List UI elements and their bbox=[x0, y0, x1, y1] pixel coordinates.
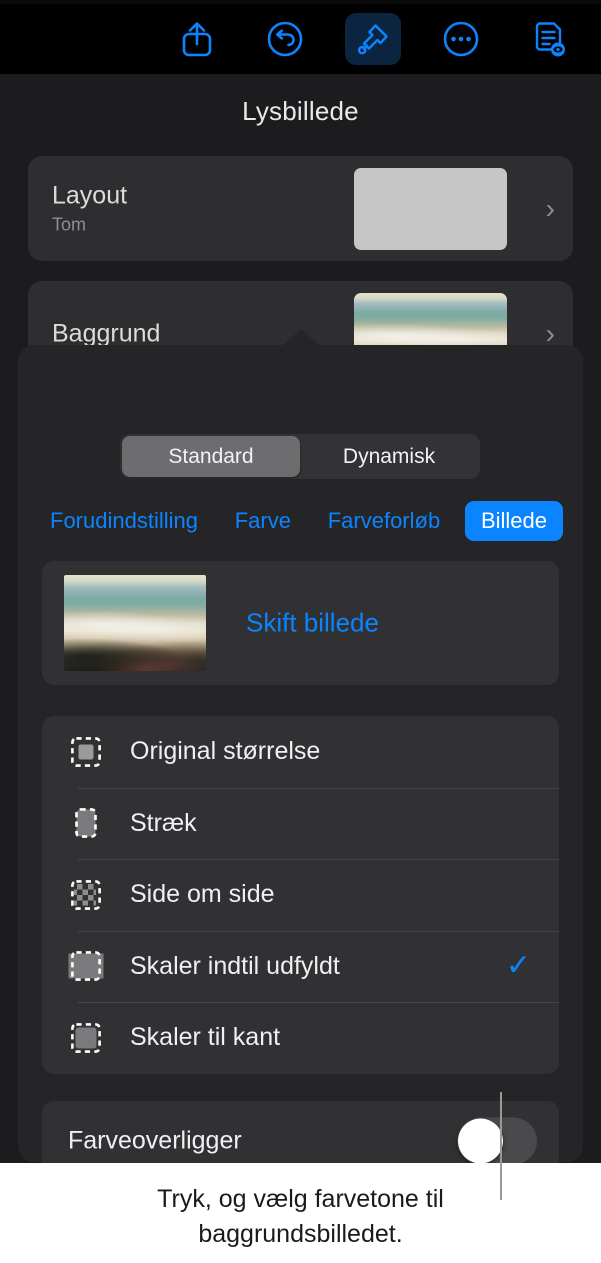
list-item-label: Skaler indtil udfyldt bbox=[130, 951, 340, 980]
color-overlay-row[interactable]: Farveoverligger bbox=[42, 1101, 559, 1163]
chevron-right-icon: › bbox=[545, 192, 555, 224]
list-item-label: Stræk bbox=[130, 808, 197, 837]
more-icon bbox=[443, 21, 479, 57]
undo-icon bbox=[267, 21, 303, 57]
list-item-original-size[interactable]: Original størrelse bbox=[42, 716, 559, 788]
scale-to-fill-icon bbox=[64, 944, 108, 988]
layout-row-title: Layout bbox=[52, 181, 128, 209]
background-fill-popover: Standard Dynamisk Forudindstilling Farve… bbox=[18, 345, 583, 1163]
checkmark-icon: ✓ bbox=[505, 949, 531, 983]
fill-type-tabs: Forudindstilling Farve Farveforløb Bille… bbox=[38, 499, 563, 543]
screenshot-root: Del Fortryd Format bbox=[0, 0, 601, 1263]
scale-to-fit-icon bbox=[64, 1016, 108, 1060]
callout-caption: Tryk, og vælg farvetone til baggrundsbil… bbox=[157, 1185, 444, 1248]
undo-button[interactable]: Fortryd bbox=[257, 13, 313, 65]
list-item-label: Original størrelse bbox=[130, 737, 321, 766]
list-item-stretch[interactable]: Stræk bbox=[42, 787, 559, 860]
style-segmented-control[interactable]: Standard Dynamisk bbox=[120, 434, 480, 479]
layout-row-subtitle: Tom bbox=[52, 214, 87, 234]
list-item-label: Skaler til kant bbox=[130, 1023, 281, 1052]
current-image-thumbnail[interactable] bbox=[64, 575, 206, 671]
document-view-button[interactable]: Dokumentvisning bbox=[521, 13, 577, 65]
list-item-scale-to-fill[interactable]: Skaler indtil udfyldt ✓ bbox=[42, 930, 559, 1003]
more-options-button[interactable]: Mere bbox=[433, 13, 489, 65]
tile-icon bbox=[64, 873, 108, 917]
segment-standard[interactable]: Standard bbox=[122, 436, 300, 477]
tab-forudindstilling[interactable]: Forudindstilling bbox=[38, 501, 210, 541]
tab-farve[interactable]: Farve bbox=[223, 501, 303, 541]
change-image-row[interactable]: Skift billede bbox=[42, 561, 559, 685]
top-toolbar: Del Fortryd Format bbox=[0, 4, 601, 74]
chevron-right-icon: › bbox=[545, 317, 555, 349]
popover-arrow bbox=[282, 329, 320, 346]
tab-farveforloeb[interactable]: Farveforløb bbox=[316, 501, 452, 541]
image-scaling-options-list: Original størrelse Stræk Side om side Sk… bbox=[42, 716, 559, 1074]
list-item-tile[interactable]: Side om side bbox=[42, 859, 559, 931]
page-title: Lysbillede bbox=[242, 96, 359, 126]
list-item-scale-to-fit[interactable]: Skaler til kant bbox=[42, 1002, 559, 1074]
background-row-title: Baggrund bbox=[52, 319, 161, 347]
beach-photo-image bbox=[64, 575, 206, 671]
tab-billede[interactable]: Billede bbox=[464, 501, 563, 541]
change-image-label[interactable]: Skift billede bbox=[246, 608, 379, 639]
stretch-icon bbox=[64, 801, 108, 845]
color-overlay-toggle[interactable] bbox=[457, 1117, 537, 1163]
color-overlay-label: Farveoverligger bbox=[68, 1126, 242, 1155]
share-icon bbox=[182, 22, 212, 57]
background-row-labels: Baggrund bbox=[52, 319, 160, 348]
toggle-knob[interactable] bbox=[458, 1118, 503, 1163]
layout-row-labels: Layout Tom bbox=[52, 181, 127, 236]
list-item-label: Side om side bbox=[130, 880, 275, 909]
format-brush-button[interactable]: Format bbox=[345, 13, 401, 65]
layout-row[interactable]: Layout Tom › bbox=[28, 156, 573, 261]
format-inspector: Lysbillede Layout Tom › Baggrund › Stand… bbox=[0, 74, 601, 1163]
original-size-icon bbox=[64, 730, 108, 774]
layout-thumbnail bbox=[354, 167, 507, 250]
share-button[interactable]: Del bbox=[169, 13, 225, 65]
format-brush-icon bbox=[357, 24, 388, 55]
app-panel: Del Fortryd Format bbox=[0, 0, 601, 1163]
document-view-icon bbox=[535, 22, 565, 57]
segment-dynamisk[interactable]: Dynamisk bbox=[300, 436, 478, 477]
